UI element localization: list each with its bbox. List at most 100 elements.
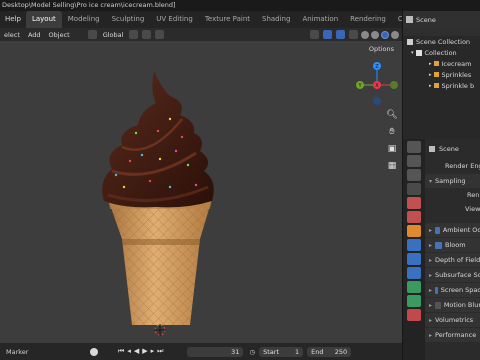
- outliner-item-collection[interactable]: ▾ Collection: [403, 47, 480, 58]
- world-tab-icon[interactable]: [407, 211, 421, 223]
- tab-shading[interactable]: Shading: [256, 11, 296, 28]
- xray-icon[interactable]: [349, 30, 358, 39]
- panel-ambient-occlusion[interactable]: ▸ Ambient Oc: [425, 223, 480, 237]
- panel-label: Volumetrics: [435, 316, 474, 324]
- select-menu[interactable]: elect: [0, 31, 24, 39]
- clock-icon[interactable]: ◷: [249, 348, 255, 356]
- viewport-samples-row[interactable]: View: [425, 202, 480, 216]
- outliner-item-scene-collection[interactable]: Scene Collection: [403, 36, 480, 47]
- solid-shading-icon[interactable]: [371, 30, 379, 39]
- proportional-edit-icon[interactable]: [155, 30, 165, 39]
- tab-rendering[interactable]: Rendering: [344, 11, 392, 28]
- physics-tab-icon[interactable]: [407, 267, 421, 279]
- grid-icon[interactable]: ▦: [385, 159, 399, 173]
- panel-performance[interactable]: ▸ Performance: [425, 328, 480, 342]
- render-samples-label: Ren: [467, 191, 480, 199]
- zoom-icon[interactable]: 🔍︎: [385, 108, 399, 122]
- constraints-tab-icon[interactable]: [407, 281, 421, 293]
- expand-icon[interactable]: ▾: [411, 50, 414, 56]
- material-shading-icon[interactable]: [381, 30, 389, 39]
- view-layer-tab-icon[interactable]: [407, 183, 421, 195]
- expand-icon[interactable]: ▸: [429, 72, 432, 78]
- modifier-tab-icon[interactable]: [407, 239, 421, 251]
- outliner-item-sprinkles[interactable]: ▸ Sprinkles: [403, 69, 480, 80]
- tab-texture-paint[interactable]: Texture Paint: [199, 11, 256, 28]
- timeline-bar: Marker ⏮︎ ◂ ◀ ▶ ▸ ⏭︎ 31 ◷ Start 1 End 25…: [0, 343, 402, 360]
- object-menu[interactable]: Object: [45, 31, 74, 39]
- properties-breadcrumb: Scene: [425, 139, 480, 159]
- play-reverse-icon[interactable]: ◀: [134, 347, 139, 356]
- render-samples-row[interactable]: Ren: [425, 188, 480, 202]
- scene-selector[interactable]: Scene: [416, 16, 436, 24]
- end-frame-field[interactable]: End 250: [307, 346, 352, 357]
- panel-volumetrics[interactable]: ▸ Volumetrics: [425, 313, 480, 327]
- shading-controls: [308, 30, 402, 39]
- expand-icon[interactable]: ▸: [429, 83, 432, 89]
- material-tab-icon[interactable]: [407, 309, 421, 321]
- tool-tab-icon[interactable]: [407, 141, 421, 153]
- outliner-item-icecream[interactable]: ▸ Icecream: [403, 58, 480, 69]
- tab-compositing[interactable]: Compositin: [392, 11, 402, 28]
- tab-layout[interactable]: Layout: [25, 11, 62, 28]
- scene-label: Scene: [439, 145, 459, 153]
- chocolate-swirl-shape: [102, 71, 214, 208]
- motion-blur-checkbox[interactable]: [435, 301, 441, 309]
- chevron-right-icon: ▸: [429, 271, 433, 279]
- render-engine-row[interactable]: Render Eng: [425, 159, 480, 173]
- transform-orientation-dropdown[interactable]: Global: [99, 31, 128, 39]
- viewport-samples-label: View: [465, 205, 480, 213]
- 3d-viewport[interactable]: Options Z Y X 🔍︎ ✋︎ ▣ ▦: [0, 41, 402, 343]
- menu-help[interactable]: Help: [0, 11, 26, 28]
- scene-tab-icon[interactable]: [407, 197, 421, 209]
- jump-start-icon[interactable]: ⏮︎: [118, 347, 124, 356]
- panel-sampling[interactable]: ▾ Sampling: [425, 174, 480, 188]
- visibility-icon[interactable]: [310, 30, 319, 39]
- tab-sculpting[interactable]: Sculpting: [106, 11, 151, 28]
- wireframe-shading-icon[interactable]: [361, 30, 369, 39]
- play-icon[interactable]: ▶: [142, 347, 147, 356]
- tab-uv-editing[interactable]: UV Editing: [150, 11, 199, 28]
- mesh-icon: [433, 61, 439, 66]
- prev-keyframe-icon[interactable]: ◂: [127, 347, 131, 356]
- add-menu[interactable]: Add: [24, 31, 45, 39]
- tab-modeling[interactable]: Modeling: [62, 11, 106, 28]
- output-tab-icon[interactable]: [407, 169, 421, 181]
- panel-screen-space-reflections[interactable]: ▸ Screen Spac: [425, 283, 480, 297]
- pan-hand-icon[interactable]: ✋︎: [385, 125, 399, 139]
- camera-icon[interactable]: ▣: [385, 142, 399, 156]
- navigation-gizmo[interactable]: Z Y X: [356, 57, 398, 105]
- scene-icon: [406, 16, 413, 23]
- gizmo-toggle-icon[interactable]: [323, 30, 332, 39]
- pivot-icon[interactable]: [129, 30, 139, 39]
- object-tab-icon[interactable]: [407, 225, 421, 237]
- gizmo-z-label: Z: [375, 64, 379, 70]
- panel-bloom[interactable]: ▸ Bloom: [425, 238, 480, 252]
- snap-icon[interactable]: [142, 30, 152, 39]
- start-frame-field[interactable]: Start 1: [259, 346, 304, 357]
- particles-tab-icon[interactable]: [407, 253, 421, 265]
- record-icon[interactable]: [90, 347, 98, 356]
- collection-icon: [415, 49, 422, 56]
- overlay-toggle-icon[interactable]: [336, 30, 345, 39]
- properties-tabs: [403, 139, 425, 360]
- current-frame-field[interactable]: 31: [187, 346, 244, 357]
- outliner-item-label: Collection: [424, 48, 457, 57]
- bloom-checkbox[interactable]: [435, 241, 443, 249]
- panel-subsurface-scattering[interactable]: ▸ Subsurface Sca: [425, 268, 480, 282]
- panel-label: Sampling: [435, 177, 466, 185]
- marker-menu[interactable]: Marker: [0, 348, 90, 356]
- render-tab-icon[interactable]: [407, 155, 421, 167]
- viewport-header: elect Add Object Global: [0, 28, 402, 41]
- jump-end-icon[interactable]: ⏭︎: [157, 347, 163, 356]
- next-keyframe-icon[interactable]: ▸: [151, 347, 155, 356]
- panel-depth-of-field[interactable]: ▸ Depth of Field: [425, 253, 480, 267]
- ambient-occlusion-checkbox[interactable]: [435, 226, 440, 234]
- panel-motion-blur[interactable]: ▸ Motion Blur: [425, 298, 480, 312]
- data-tab-icon[interactable]: [407, 295, 421, 307]
- expand-icon[interactable]: ▸: [429, 61, 432, 67]
- outliner-item-sprinkle-b[interactable]: ▸ Sprinkle b: [403, 80, 480, 91]
- rendered-shading-icon[interactable]: [391, 30, 399, 39]
- tab-animation[interactable]: Animation: [296, 11, 344, 28]
- screen-space-checkbox[interactable]: [435, 286, 438, 294]
- axes-icon[interactable]: [87, 30, 97, 39]
